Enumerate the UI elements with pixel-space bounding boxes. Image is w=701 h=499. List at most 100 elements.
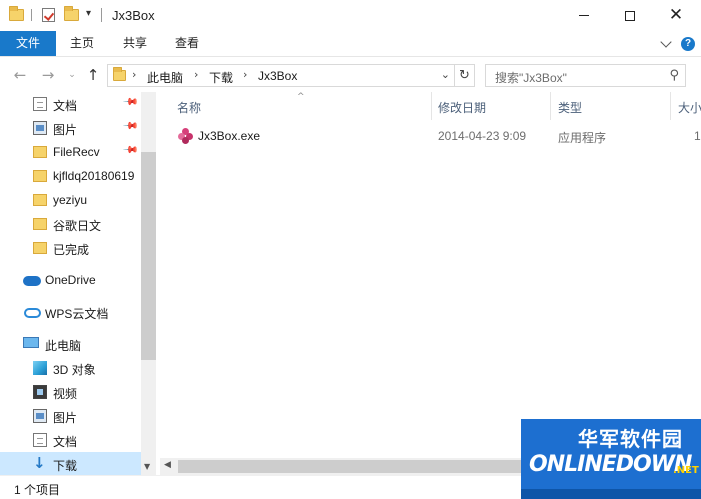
title-bar: ▾ Jx3Box ✕ — [0, 0, 701, 31]
column-header-date[interactable]: 修改日期 — [438, 99, 486, 116]
tab-file[interactable]: 文件 — [0, 31, 56, 56]
folder-icon — [33, 194, 47, 206]
scroll-down-icon[interactable]: ▼ — [144, 462, 150, 471]
sidebar-item-filerecv[interactable]: FileRecv 📌 — [0, 140, 141, 164]
file-modified: 2014-04-23 9:09 — [438, 129, 527, 143]
breadcrumb-downloads[interactable]: 下载 — [209, 69, 233, 86]
breadcrumb-this-pc[interactable]: 此电脑 — [147, 69, 183, 86]
column-divider[interactable] — [431, 92, 432, 120]
window-title: Jx3Box — [112, 8, 155, 23]
sidebar-item-downloads[interactable]: ↓ 下载 — [0, 452, 141, 475]
new-folder-icon[interactable] — [63, 6, 79, 23]
column-header-type[interactable]: 类型 — [558, 99, 582, 116]
sidebar-item-kjfldq[interactable]: kjfldq20180619 — [0, 164, 141, 188]
properties-icon[interactable] — [40, 7, 56, 23]
tab-home[interactable]: 主页 — [58, 31, 106, 56]
sidebar-item-label: 视频 — [53, 387, 78, 401]
sidebar-item-3d-objects[interactable]: 3D 对象 — [0, 356, 141, 380]
scroll-left-icon[interactable]: ◀ — [164, 460, 171, 470]
watermark-net: .NET — [673, 465, 699, 476]
expand-ribbon-icon[interactable] — [660, 36, 672, 48]
sidebar-item-yeziyu[interactable]: yeziyu — [0, 188, 141, 212]
pin-icon[interactable]: 📌 — [122, 94, 139, 111]
file-name: Jx3Box.exe — [198, 129, 261, 143]
maximize-icon — [625, 10, 635, 21]
download-icon: ↓ — [33, 454, 46, 472]
sidebar-item-google-japanese[interactable]: 谷歌日文 — [0, 212, 141, 236]
file-type: 应用程序 — [558, 131, 607, 145]
refresh-button[interactable]: ↻ — [455, 64, 475, 87]
search-input[interactable]: 搜索"Jx3Box" ⚲ — [485, 64, 686, 87]
folder-icon — [33, 170, 47, 182]
breadcrumb-jx3box[interactable]: Jx3Box — [258, 69, 297, 83]
3d-objects-icon — [33, 361, 47, 375]
address-dropdown-icon[interactable]: ⌄ — [441, 68, 450, 81]
forward-button[interactable]: → — [38, 65, 58, 85]
column-header-name[interactable]: 名称 — [177, 99, 201, 116]
maximize-button[interactable] — [607, 0, 653, 31]
recent-locations-button[interactable]: ⌄ — [62, 65, 82, 85]
sidebar-item-label: 文档 — [53, 435, 78, 449]
search-icon: ⚲ — [669, 68, 679, 83]
pictures-icon — [33, 121, 47, 135]
back-button[interactable]: ← — [10, 65, 30, 85]
sidebar-item-label: 已完成 — [53, 243, 90, 257]
file-row[interactable]: Jx3Box.exe 2014-04-23 9:09 应用程序 1 — [174, 125, 701, 147]
breadcrumb-separator[interactable]: › — [194, 68, 198, 81]
sidebar-item-label: 下载 — [53, 459, 78, 473]
column-divider[interactable] — [670, 92, 671, 120]
sidebar-item-label: 文档 — [53, 99, 78, 113]
sidebar-item-documents-pc[interactable]: 文档 — [0, 428, 141, 452]
tab-share[interactable]: 共享 — [111, 31, 159, 56]
column-divider[interactable] — [550, 92, 551, 120]
sidebar-item-this-pc[interactable]: 此电脑 — [0, 332, 141, 356]
tab-view[interactable]: 查看 — [163, 31, 211, 56]
navigation-bar: ← → ⌄ ↑ › 此电脑 › 下载 › Jx3Box ⌄ ↻ 搜索"Jx3Bo… — [0, 56, 701, 92]
this-pc-icon — [23, 337, 39, 348]
close-button[interactable]: ✕ — [653, 0, 699, 31]
search-placeholder: 搜索"Jx3Box" — [495, 71, 567, 85]
pictures-icon — [33, 409, 47, 423]
up-button[interactable]: ↑ — [83, 65, 103, 85]
minimize-button[interactable] — [561, 0, 607, 31]
folder-icon — [8, 6, 24, 23]
sidebar-item-documents[interactable]: 文档 📌 — [0, 92, 141, 116]
watermark-logo: 华军软件园 ONLINEDOWN .NET — [521, 419, 701, 499]
sort-indicator-icon: ^ — [297, 92, 305, 102]
column-header-size[interactable]: 大小 — [678, 99, 701, 116]
sidebar-item-pictures-pc[interactable]: 图片 — [0, 404, 141, 428]
document-icon — [33, 433, 47, 447]
folder-icon — [33, 242, 47, 254]
sidebar-item-videos[interactable]: 视频 — [0, 380, 141, 404]
sidebar-item-label: FileRecv — [53, 145, 100, 159]
pin-icon[interactable]: 📌 — [122, 142, 139, 159]
sidebar-item-label: 此电脑 — [45, 339, 82, 353]
sidebar-item-completed[interactable]: 已完成 — [0, 236, 141, 260]
help-icon[interactable]: ? — [681, 37, 695, 51]
sidebar-scrollbar[interactable]: ▼ — [141, 92, 156, 475]
toolbar-divider — [31, 9, 32, 21]
wps-cloud-icon — [24, 308, 41, 318]
document-icon — [33, 97, 47, 111]
sidebar-item-label: kjfldq20180619 — [53, 169, 135, 183]
horizontal-scroll-thumb[interactable] — [178, 460, 534, 473]
sidebar-item-onedrive[interactable]: OneDrive — [0, 268, 141, 292]
watermark-cn: 华军软件园 — [578, 427, 683, 451]
sidebar-item-label: OneDrive — [45, 273, 96, 287]
folder-icon — [33, 218, 47, 230]
breadcrumb-separator[interactable]: › — [243, 68, 247, 81]
title-divider — [101, 8, 102, 22]
sidebar-item-pictures[interactable]: 图片 📌 — [0, 116, 141, 140]
sidebar-scroll-thumb[interactable] — [141, 152, 156, 360]
file-list: ^ 名称 修改日期 类型 大小 Jx3Box.exe 2014-04-23 9:… — [156, 92, 701, 475]
sidebar-item-wps-cloud[interactable]: WPS云文档 — [0, 300, 141, 324]
sidebar-item-label: 图片 — [53, 411, 78, 425]
watermark-stripe — [521, 489, 701, 499]
quick-access-dropdown[interactable]: ▾ — [86, 8, 91, 19]
address-bar[interactable]: › 此电脑 › 下载 › Jx3Box ⌄ — [107, 64, 455, 87]
folder-icon — [33, 146, 47, 158]
sidebar-item-label: 谷歌日文 — [53, 219, 102, 233]
pin-icon[interactable]: 📌 — [122, 118, 139, 135]
video-icon — [33, 385, 47, 399]
breadcrumb-separator[interactable]: › — [132, 68, 136, 81]
